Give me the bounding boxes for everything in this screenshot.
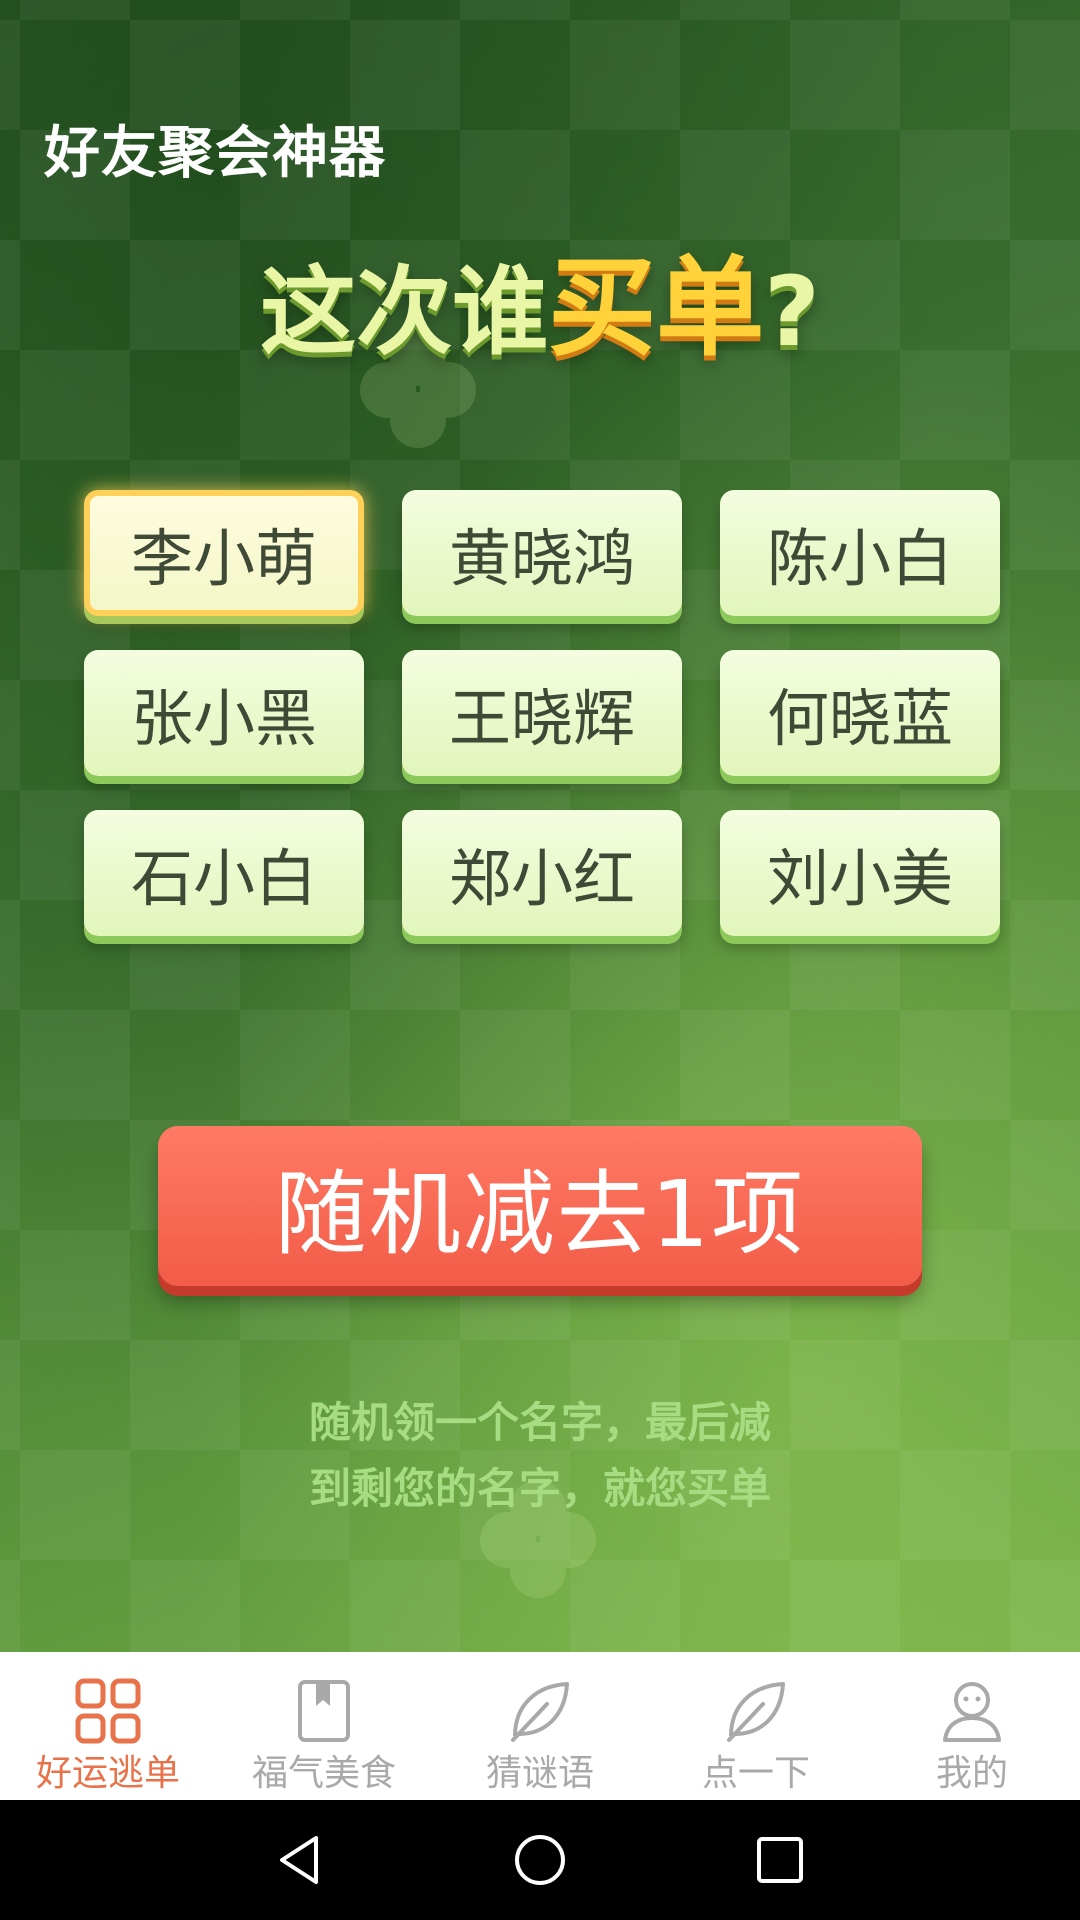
app-screen: 好友聚会神器 这次谁买单? 李小萌 黄晓鸿 陈小白 张小黑 王晓辉 何晓蓝 石小… [0,0,1080,1920]
name-card[interactable]: 李小萌 [84,490,364,616]
person-icon [937,1676,1007,1746]
random-remove-button[interactable]: 随机减去1项 [158,1126,922,1286]
tab-label: 福气美食 [251,1753,396,1794]
tab-profile[interactable]: 我的 [864,1652,1080,1800]
book-icon [289,1676,359,1746]
headline-highlight: 买单 [548,246,765,371]
main-area: 好友聚会神器 这次谁买单? 李小萌 黄晓鸿 陈小白 张小黑 王晓辉 何晓蓝 石小… [0,0,1080,1652]
grid-icon [73,1676,143,1746]
hint-line-1: 随机领一个名字，最后减 [308,1398,771,1447]
recents-icon[interactable] [750,1830,810,1890]
name-card[interactable]: 王晓辉 [402,650,682,776]
back-icon[interactable] [270,1830,330,1890]
headline-question-mark: ? [764,256,820,368]
hint-text: 随机领一个名字，最后减 到剩您的名字，就您买单 [0,1390,1080,1522]
system-navigation-bar [0,1800,1080,1920]
hint-line-2: 到剩您的名字，就您买单 [308,1464,771,1513]
name-card[interactable]: 郑小红 [402,810,682,936]
headline: 这次谁买单? [0,249,1080,369]
tab-label: 点一下 [701,1753,810,1794]
tab-label: 我的 [935,1753,1008,1794]
tab-label: 好运逃单 [35,1753,180,1794]
name-card[interactable]: 刘小美 [720,810,1000,936]
tab-tap[interactable]: 点一下 [648,1652,864,1800]
name-card[interactable]: 黄晓鸿 [402,490,682,616]
tab-riddles[interactable]: 猜谜语 [432,1652,648,1800]
headline-part1: 这次谁 [260,256,549,368]
bottom-tab-bar: 好运逃单 福气美食 猜谜语 点一下 我的 [0,1652,1080,1800]
tab-lucky-escape[interactable]: 好运逃单 [0,1652,216,1800]
name-card[interactable]: 石小白 [84,810,364,936]
name-card[interactable]: 张小黑 [84,650,364,776]
home-icon[interactable] [510,1830,570,1890]
tab-lucky-food[interactable]: 福气美食 [216,1652,432,1800]
name-grid: 李小萌 黄晓鸿 陈小白 张小黑 王晓辉 何晓蓝 石小白 郑小红 刘小美 [84,490,1004,936]
name-card[interactable]: 何晓蓝 [720,650,1000,776]
app-title: 好友聚会神器 [44,121,386,186]
leaf-icon [721,1676,791,1746]
name-card[interactable]: 陈小白 [720,490,1000,616]
leaf-icon [505,1676,575,1746]
tab-label: 猜谜语 [485,1753,594,1794]
